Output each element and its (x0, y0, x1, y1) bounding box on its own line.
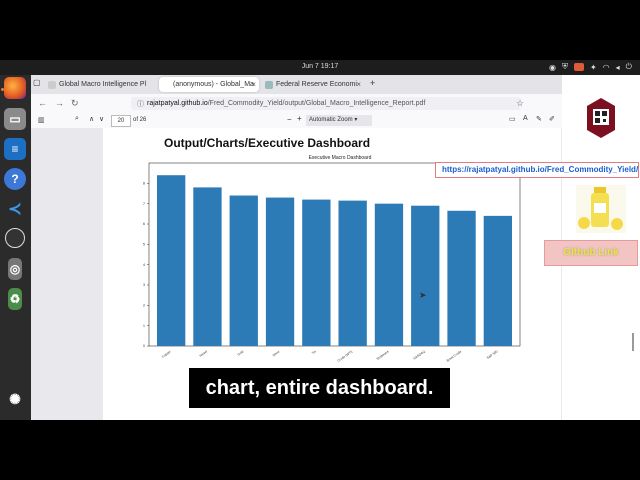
navigation-bar: ← → ↻ ⓘ rajatpatyal.github.io/Fred_Commo… (31, 94, 562, 114)
zoom-in-icon[interactable]: + (297, 114, 302, 123)
zoom-select[interactable]: Automatic Zoom ▾ (306, 115, 372, 126)
back-icon[interactable]: ← (38, 98, 47, 108)
tab-strip: ▢ Global Macro Intelligence Pl (anonymou… (31, 75, 562, 94)
x-tick-label-3: Silver (272, 349, 282, 357)
video-caption: chart, entire dashboard. (189, 368, 450, 408)
y-tick-label-8: 8 (143, 182, 145, 186)
y-tick-label-1: 1 (143, 324, 145, 328)
record-icon[interactable]: ◉ (549, 63, 556, 72)
new-tab-button[interactable]: + (370, 78, 375, 88)
accessibility-icon[interactable]: ✦ (590, 63, 597, 72)
github-link-button[interactable]: Github Link (544, 240, 638, 266)
pdf-toolbar: ▥ ⌕ ∧ ∨ 20 of 26 − + Automatic Zoom ▾ ▭ … (31, 114, 562, 129)
help-icon[interactable]: ? (4, 168, 26, 190)
show-apps-icon[interactable]: ✺ (4, 388, 26, 410)
bar-2 (229, 195, 258, 346)
app-dock: ▭ ≡ ? ≺ ◎ ♻ ✺ (0, 75, 31, 420)
scrollbar[interactable] (632, 333, 634, 351)
bar-1 (193, 187, 222, 346)
page-number-input[interactable]: 20 (111, 115, 131, 127)
favicon-icon (48, 80, 56, 89)
text-icon[interactable]: A (523, 115, 528, 122)
power-icon[interactable]: ⏻ (626, 62, 632, 72)
removable-drive-icon[interactable]: ◎ (8, 258, 22, 280)
bar-6 (374, 203, 404, 346)
close-tab-icon[interactable]: × (356, 80, 361, 89)
find-icon[interactable]: ⌕ (75, 115, 79, 123)
bar-5 (338, 200, 367, 346)
x-tick-label-0: Copper (161, 349, 173, 359)
url-bar[interactable]: ⓘ rajatpatyal.github.io/Fred_Commodity_Y… (131, 97, 521, 110)
highlight-icon[interactable]: ✐ (549, 115, 555, 123)
y-tick-label-7: 7 (143, 202, 145, 206)
draw-icon[interactable]: ✎ (536, 115, 542, 123)
bar-3 (265, 197, 295, 346)
firefox-icon[interactable] (4, 77, 26, 99)
sidebar-toggle-icon[interactable]: ▥ (38, 116, 45, 124)
system-top-bar: Jun 7 19:17 ◉ ⛨ ✦ ◠ ◂ ⏻ (0, 60, 640, 75)
qr-badge-icon (587, 98, 615, 138)
tab-overview-icon[interactable]: ▢ (33, 78, 43, 88)
y-tick-label-6: 6 (143, 222, 145, 226)
mouse-cursor-icon: ➤ (419, 290, 427, 300)
files-icon[interactable]: ▭ (4, 108, 26, 130)
y-tick-label-0: 0 (143, 344, 145, 348)
volume-icon[interactable]: ◂ (616, 63, 620, 72)
forward-icon[interactable]: → (55, 98, 64, 108)
y-tick-label-5: 5 (143, 243, 145, 247)
system-clock[interactable]: Jun 7 19:17 (0, 63, 640, 70)
tab-federal-reserve[interactable]: Federal Reserve Economi × (262, 77, 364, 92)
tab-global-macro[interactable]: Global Macro Intelligence Pl (45, 77, 157, 92)
close-tab-icon[interactable]: × (251, 80, 256, 89)
bookmark-star-icon[interactable]: ☆ (516, 98, 524, 109)
x-tick-label-4: Tin (311, 349, 317, 355)
x-tick-label-6: Soybeans (376, 349, 390, 361)
trash-icon[interactable]: ♻ (8, 288, 22, 310)
shield-icon[interactable]: ⛨ (562, 62, 568, 72)
screencast-icon[interactable] (573, 63, 584, 71)
page-total: of 26 (133, 117, 147, 123)
bar-0 (156, 175, 186, 346)
bar-8 (447, 210, 476, 346)
x-tick-label-1: Nickel (199, 349, 209, 357)
previous-page-icon[interactable]: ∧ (89, 115, 94, 123)
chevron-down-icon: ▾ (354, 117, 358, 123)
y-tick-label-2: 2 (143, 304, 145, 308)
lemon-bottle-icon (576, 185, 626, 233)
chart-title: Executive Macro Dashboard (309, 155, 372, 161)
y-tick-label-3: 3 (143, 283, 145, 287)
bar-4 (302, 199, 331, 346)
bar-9 (483, 215, 513, 346)
x-tick-label-7: NASDAQ (412, 349, 426, 360)
obs-studio-icon[interactable] (5, 228, 25, 248)
x-tick-label-2: Gold (237, 349, 245, 356)
system-tray[interactable]: ◉ ⛨ ✦ ◠ ◂ ⏻ (549, 62, 632, 72)
wifi-icon[interactable]: ◠ (603, 63, 610, 72)
y-tick-label-4: 4 (143, 263, 145, 267)
tab-anonymous-pdf[interactable]: (anonymous) - Global_Ma × (159, 77, 259, 92)
x-tick-label-5: Crude (WTI) (337, 350, 354, 363)
favicon-icon (265, 80, 273, 89)
bar-7 (411, 205, 440, 346)
x-tick-label-9: S&P 500 (486, 349, 499, 360)
next-page-icon[interactable]: ∨ (99, 115, 104, 123)
reload-icon[interactable]: ↻ (71, 98, 79, 109)
vscode-icon[interactable]: ≺ (4, 198, 26, 220)
site-info-icon[interactable]: ⓘ (137, 99, 144, 109)
zoom-out-icon[interactable]: − (287, 115, 292, 124)
libreoffice-writer-icon[interactable]: ≡ (4, 138, 26, 160)
repo-url-banner[interactable]: https://rajatpatyal.github.io/Fred_Commo… (435, 162, 639, 178)
comment-icon[interactable]: ▭ (509, 115, 516, 123)
x-tick-label-8: Brent Crude (446, 349, 463, 362)
